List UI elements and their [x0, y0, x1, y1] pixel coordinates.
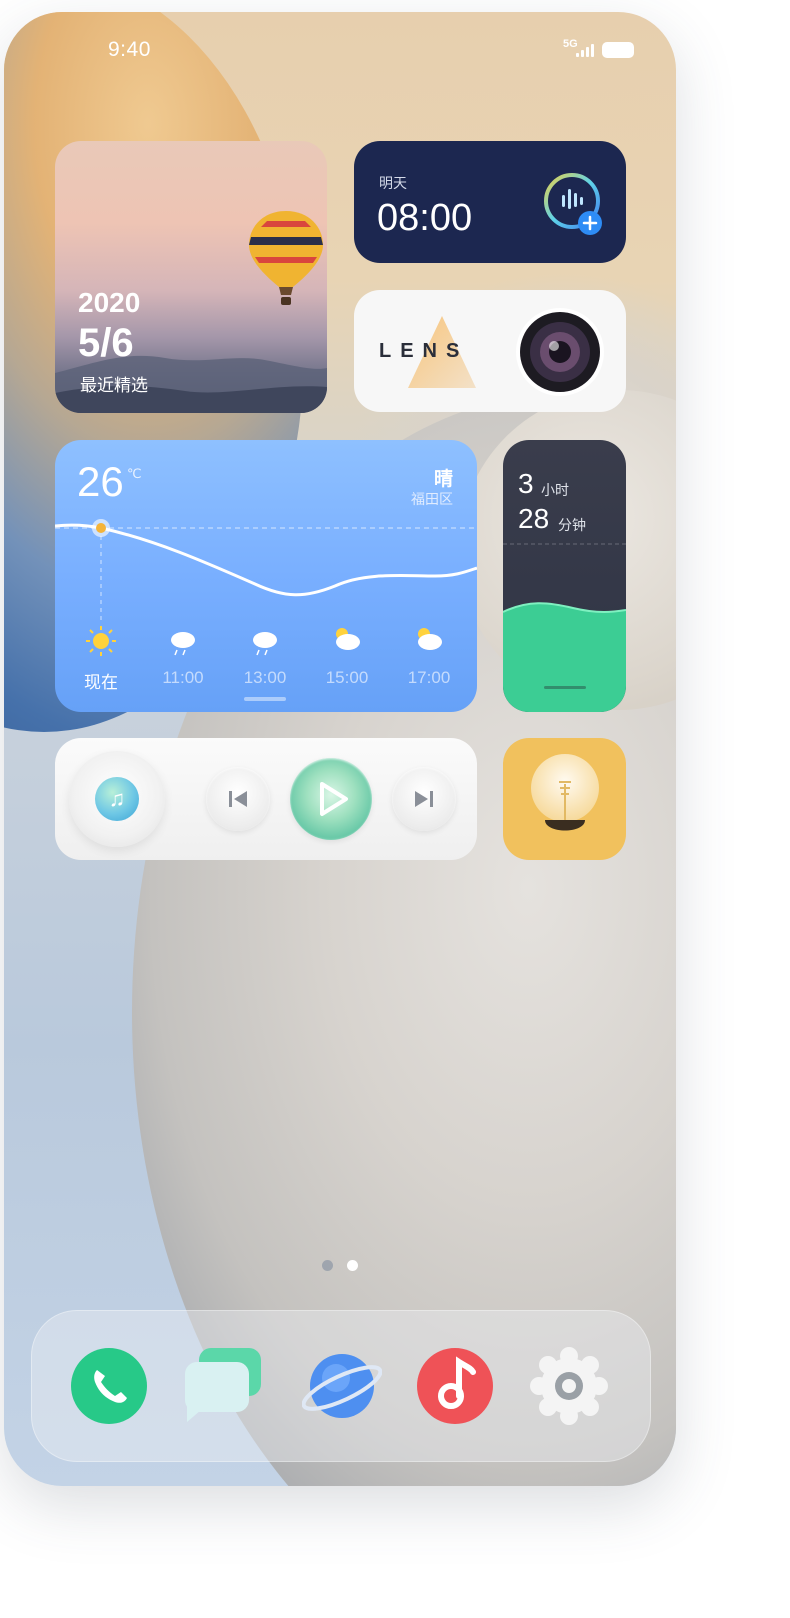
weather-temperature: 26 — [77, 458, 124, 505]
battery-icon — [602, 42, 634, 58]
settings-icon[interactable] — [529, 1346, 609, 1426]
next-icon — [415, 791, 433, 807]
hour-label: 13:00 — [243, 668, 287, 687]
flashlight-widget[interactable] — [503, 738, 626, 860]
photo-caption: 最近精选 — [80, 376, 148, 395]
screen-time-wave — [503, 543, 626, 712]
phone-icon[interactable] — [69, 1346, 149, 1426]
music-icon[interactable] — [415, 1346, 495, 1426]
previous-button[interactable] — [206, 767, 270, 831]
next-button[interactable] — [392, 767, 456, 831]
messages-icon[interactable] — [183, 1346, 263, 1426]
status-time: 9:40 — [108, 38, 151, 61]
music-widget[interactable]: ♫ — [55, 738, 477, 860]
alarm-widget[interactable]: 明天 08:00 — [354, 141, 626, 263]
album-disc[interactable]: ♫ — [69, 751, 165, 847]
screen-time-hours: 3 — [518, 468, 534, 499]
browser-icon[interactable] — [302, 1346, 382, 1426]
screen-time-hours-unit: 小时 — [541, 482, 569, 498]
photo-year: 2020 — [78, 287, 141, 318]
camera-icon[interactable] — [514, 306, 606, 398]
alarm-time: 08:00 — [377, 197, 473, 239]
signal-icon — [576, 43, 598, 57]
lightbulb-icon — [531, 754, 599, 831]
rain-cloud-icon — [253, 632, 277, 656]
hour-label: 15:00 — [325, 668, 369, 687]
weather-unit: ℃ — [127, 466, 142, 481]
lens-brand-text: LENS — [379, 340, 469, 362]
hour-label: 17:00 — [407, 668, 451, 687]
hour-label: 11:00 — [162, 668, 204, 687]
previous-icon — [229, 791, 247, 807]
partly-cloudy-icon — [418, 628, 442, 650]
hour-label: 现在 — [84, 673, 118, 692]
weather-hour-labels: 现在 11:00 13:00 15:00 17:00 — [55, 668, 477, 692]
page-dot[interactable] — [322, 1260, 333, 1271]
photo-date: 5/6 — [78, 321, 134, 365]
screen-time-widget[interactable]: 3 小时 28 分钟 — [503, 440, 626, 712]
balloon-image — [249, 211, 323, 305]
widget-handle[interactable] — [244, 697, 286, 701]
music-note-icon: ♫ — [95, 777, 139, 821]
lens-widget[interactable]: LENS — [354, 290, 626, 412]
partly-cloudy-icon — [336, 628, 360, 650]
page-dot-active[interactable] — [347, 1260, 358, 1271]
weather-widget[interactable]: 26 ℃ 晴 福田区 现在 11:00 13:00 15:00 17:00 — [55, 440, 477, 712]
voice-assistant-icon[interactable] — [542, 171, 608, 237]
weather-condition: 晴 — [433, 469, 453, 490]
sun-icon — [86, 626, 116, 656]
temperature-curve — [55, 519, 477, 656]
play-icon — [320, 782, 348, 816]
play-button[interactable] — [290, 758, 372, 840]
alarm-day-label: 明天 — [379, 175, 407, 191]
rain-cloud-icon — [171, 632, 195, 656]
screen-time-minutes: 28 — [518, 503, 550, 534]
screen-time-minutes-unit: 分钟 — [558, 517, 586, 533]
photo-widget[interactable]: 2020 5/6 最近精选 — [55, 141, 327, 413]
